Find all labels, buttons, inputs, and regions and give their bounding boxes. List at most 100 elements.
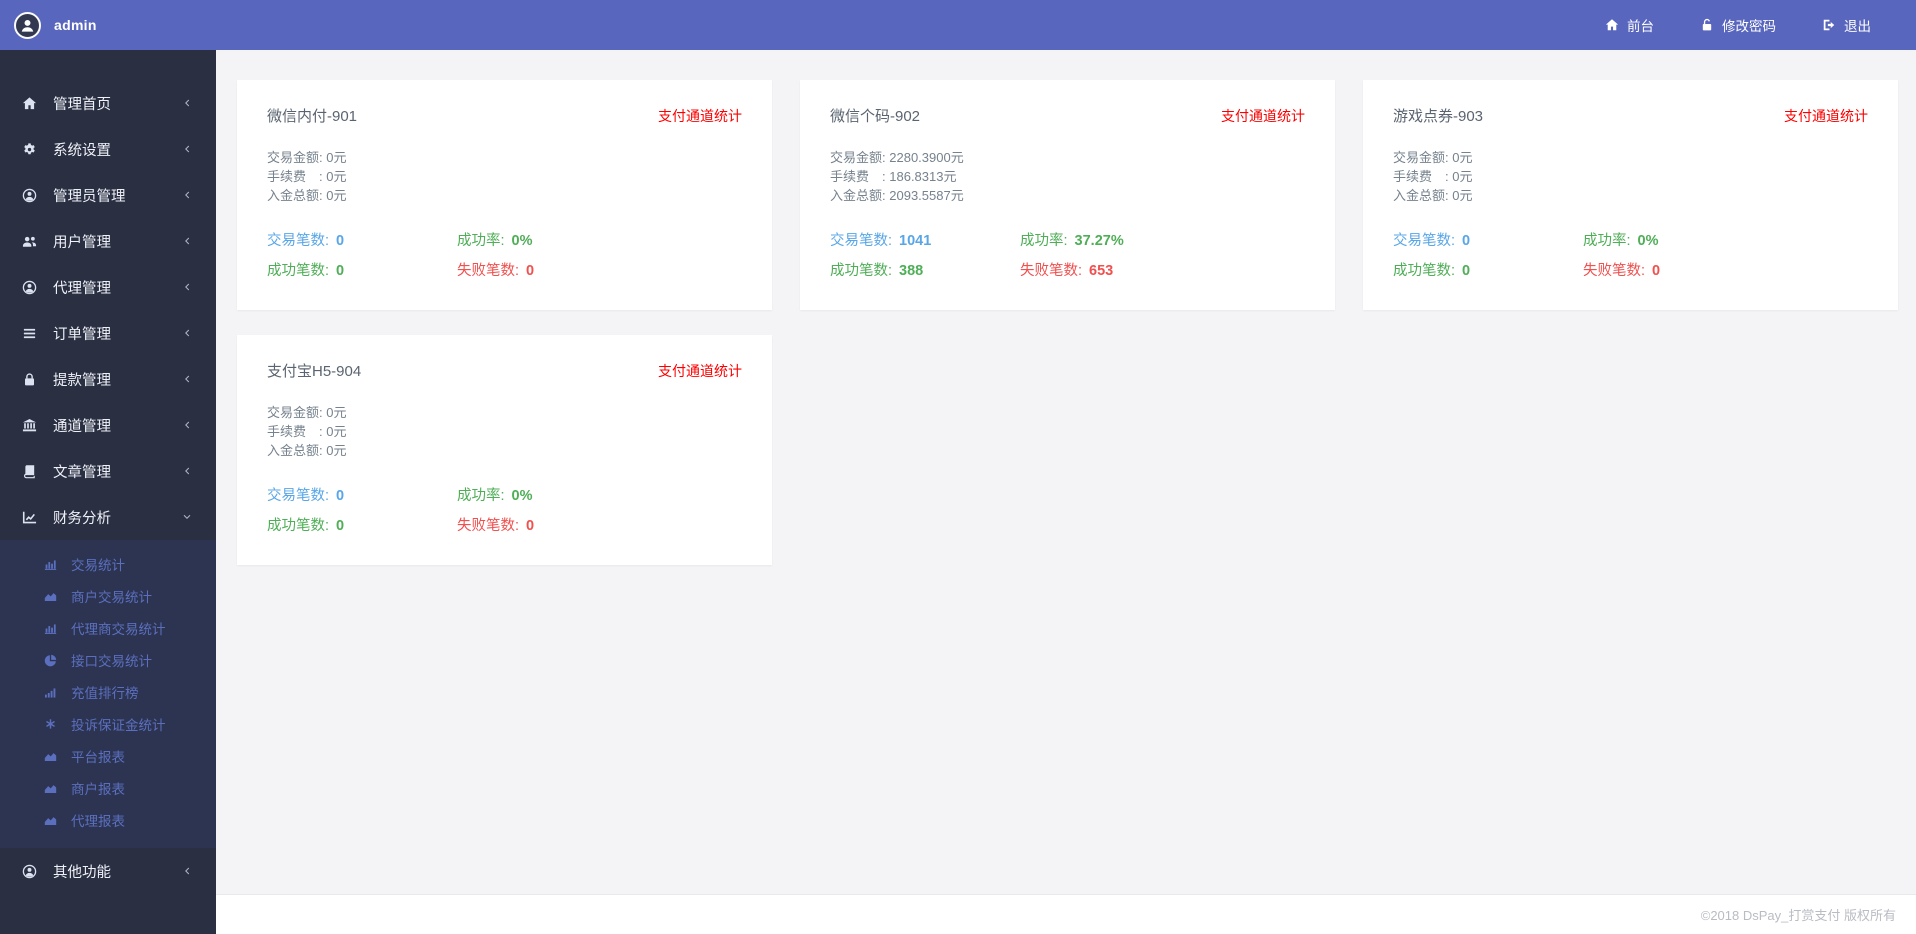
stat-fail-count: 失败笔数: 0 — [457, 518, 535, 534]
amount-row: 交易金额: 0元 — [267, 150, 347, 165]
financial-analysis-submenu: 交易统计 商户交易统计 代理商交易统计 接口交易统计 充值排行榜 投诉保证金统计 — [0, 540, 216, 848]
amount-row: 交易金额: 2280.3900元 — [830, 150, 964, 165]
submenu-item-interface-transaction-stats[interactable]: 接口交易统计 — [0, 644, 216, 676]
submenu-item-merchant-transaction-stats[interactable]: 商户交易统计 — [0, 580, 216, 612]
sidebar-item-system-settings[interactable]: 系统设置 — [0, 126, 216, 172]
submenu-item-label: 平台报表 — [71, 750, 125, 765]
card-amounts: 交易金额: 0元 手续费 : 0元 入金总额: 0元 — [267, 403, 742, 460]
stat-fail-count: 失败笔数: 0 — [1583, 263, 1661, 279]
sidebar-item-other-functions[interactable]: 其他功能 — [0, 848, 216, 894]
submenu-item-label: 商户交易统计 — [71, 590, 152, 605]
stat-fail-count: 失败笔数: 653 — [1020, 263, 1114, 279]
submenu-item-recharge-ranking[interactable]: 充值排行榜 — [0, 676, 216, 708]
stat-success-rate: 成功率: 37.27% — [1020, 233, 1124, 249]
sidebar-item-user-management[interactable]: 用户管理 — [0, 218, 216, 264]
submenu-item-platform-report[interactable]: 平台报表 — [0, 740, 216, 772]
nav-change-password-label: 修改密码 — [1722, 19, 1776, 34]
sidebar-item-label: 提款管理 — [53, 372, 111, 389]
chevron-left-icon — [182, 282, 192, 292]
channel-card-904: 支付宝H5-904 支付通道统计 交易金额: 0元 手续费 : 0元 入金总额:… — [237, 335, 772, 565]
nav-frontend[interactable]: 前台 — [1605, 15, 1654, 35]
submenu-item-label: 投诉保证金统计 — [71, 718, 166, 733]
amount-row: 交易金额: 0元 — [267, 405, 347, 420]
stat-success-count: 成功笔数: 0 — [267, 518, 345, 534]
amount-row: 入金总额: 0元 — [1393, 188, 1473, 203]
sign-out-icon — [1822, 18, 1836, 32]
channel-card-902: 微信个码-902 支付通道统计 交易金额: 2280.3900元 手续费 : 1… — [800, 80, 1335, 310]
payment-channel-stats-link[interactable]: 支付通道统计 — [658, 106, 742, 126]
area-chart-icon — [44, 590, 61, 603]
footer: ©2018 DsPay_打赏支付 版权所有 — [216, 894, 1916, 934]
nav-frontend-label: 前台 — [1627, 19, 1654, 34]
sidebar-item-admin-management[interactable]: 管理员管理 — [0, 172, 216, 218]
stat-transaction-count: 交易笔数: 0 — [1393, 233, 1471, 249]
nav-logout[interactable]: 退出 — [1822, 15, 1871, 35]
card-amounts: 交易金额: 0元 手续费 : 0元 入金总额: 0元 — [1393, 148, 1868, 205]
chevron-left-icon — [182, 328, 192, 338]
chevron-left-icon — [182, 420, 192, 430]
amount-row: 手续费 : 0元 — [267, 424, 347, 439]
card-stats: 交易笔数: 1041 成功率: 37.27% 成功笔数: 388 失败笔数: 653 — [830, 229, 1305, 280]
sidebar-item-order-management[interactable]: 订单管理 — [0, 310, 216, 356]
card-amounts: 交易金额: 2280.3900元 手续费 : 186.8313元 入金总额: 2… — [830, 148, 1305, 205]
stat-success-count: 成功笔数: 388 — [830, 263, 924, 279]
avatar[interactable] — [14, 11, 41, 39]
sidebar-item-channel-management[interactable]: 通道管理 — [0, 402, 216, 448]
card-stats: 交易笔数: 0 成功率: 0% 成功笔数: 0 失败笔数: 0 — [267, 229, 742, 280]
sidebar-item-label: 管理员管理 — [53, 188, 126, 205]
cogs-icon — [22, 142, 40, 157]
card-title: 支付宝H5-904 — [267, 363, 362, 380]
sidebar-item-financial-analysis[interactable]: 财务分析 — [0, 494, 216, 540]
submenu-item-agent-transaction-stats[interactable]: 代理商交易统计 — [0, 612, 216, 644]
submenu-item-transaction-stats[interactable]: 交易统计 — [0, 548, 216, 580]
bar-chart-icon — [44, 622, 61, 635]
amount-row: 交易金额: 0元 — [1393, 150, 1473, 165]
lock-icon — [22, 372, 40, 387]
chevron-left-icon — [182, 190, 192, 200]
username-label: admin — [54, 17, 97, 33]
sidebar-item-article-management[interactable]: 文章管理 — [0, 448, 216, 494]
submenu-item-complaint-deposit-stats[interactable]: 投诉保证金统计 — [0, 708, 216, 740]
chart-line-icon — [22, 510, 40, 525]
submenu-item-label: 充值排行榜 — [71, 686, 139, 701]
stat-transaction-count: 交易笔数: 1041 — [830, 233, 932, 249]
card-stats: 交易笔数: 0 成功率: 0% 成功笔数: 0 失败笔数: 0 — [267, 484, 742, 535]
stat-success-count: 成功笔数: 0 — [267, 263, 345, 279]
sidebar-item-label: 用户管理 — [53, 234, 111, 251]
chevron-left-icon — [182, 466, 192, 476]
topbar-nav: 前台 修改密码 退出 — [1605, 15, 1871, 35]
signal-icon — [44, 686, 61, 699]
sidebar-item-agent-management[interactable]: 代理管理 — [0, 264, 216, 310]
card-title: 微信个码-902 — [830, 108, 921, 125]
submenu-item-agent-report[interactable]: 代理报表 — [0, 804, 216, 836]
card-title: 微信内付-901 — [267, 108, 358, 125]
stat-success-count: 成功笔数: 0 — [1393, 263, 1471, 279]
card-title: 游戏点券-903 — [1393, 108, 1484, 125]
payment-channel-stats-link[interactable]: 支付通道统计 — [1221, 106, 1305, 126]
stat-transaction-count: 交易笔数: 0 — [267, 488, 345, 504]
user-circle-icon — [22, 280, 40, 295]
sidebar-item-admin-home[interactable]: 管理首页 — [0, 80, 216, 126]
stat-success-rate: 成功率: 0% — [457, 233, 533, 249]
sidebar-item-label: 通道管理 — [53, 418, 111, 435]
amount-row: 入金总额: 0元 — [267, 188, 347, 203]
home-icon — [22, 96, 40, 111]
submenu-item-merchant-report[interactable]: 商户报表 — [0, 772, 216, 804]
chevron-left-icon — [182, 236, 192, 246]
chevron-left-icon — [182, 374, 192, 384]
user-circle-icon — [22, 864, 40, 879]
sidebar-item-withdrawal-management[interactable]: 提款管理 — [0, 356, 216, 402]
list-icon — [22, 326, 40, 341]
bank-icon — [22, 418, 40, 433]
sidebar-item-label: 其他功能 — [53, 864, 111, 881]
submenu-item-label: 接口交易统计 — [71, 654, 152, 669]
sidebar-item-label: 管理首页 — [53, 96, 111, 113]
payment-channel-stats-link[interactable]: 支付通道统计 — [1784, 106, 1868, 126]
payment-channel-stats-link[interactable]: 支付通道统计 — [658, 361, 742, 381]
nav-change-password[interactable]: 修改密码 — [1700, 15, 1776, 35]
bar-chart-icon — [44, 558, 61, 571]
card-amounts: 交易金额: 0元 手续费 : 0元 入金总额: 0元 — [267, 148, 742, 205]
book-icon — [22, 464, 40, 479]
submenu-item-label: 代理报表 — [71, 814, 125, 829]
sidebar-item-label: 订单管理 — [53, 326, 111, 343]
